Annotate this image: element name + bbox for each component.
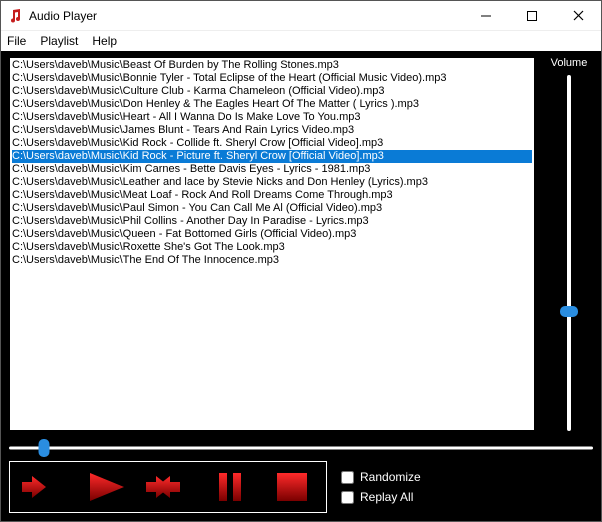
track-item[interactable]: C:\Users\daveb\Music\The End Of The Inno…	[12, 254, 532, 267]
track-item[interactable]: C:\Users\daveb\Music\Meat Loaf - Rock An…	[12, 189, 532, 202]
titlebar: Audio Player	[1, 1, 601, 31]
pause-button[interactable]	[204, 466, 256, 508]
volume-slider[interactable]	[567, 75, 571, 431]
previous-button[interactable]	[18, 466, 70, 508]
playlist[interactable]: C:\Users\daveb\Music\Beast Of Burden by …	[9, 57, 535, 431]
next-button[interactable]	[142, 466, 194, 508]
track-item[interactable]: C:\Users\daveb\Music\Leather and lace by…	[12, 176, 532, 189]
menu-help[interactable]: Help	[92, 34, 117, 48]
track-item[interactable]: C:\Users\daveb\Music\Kim Carnes - Bette …	[12, 163, 532, 176]
window-title: Audio Player	[29, 9, 97, 23]
seek-thumb[interactable]	[39, 439, 50, 457]
volume-panel: Volume	[545, 57, 593, 431]
randomize-label: Randomize	[360, 470, 421, 484]
seek-slider[interactable]	[9, 441, 593, 455]
track-item[interactable]: C:\Users\daveb\Music\Don Henley & The Ea…	[12, 98, 532, 111]
controls-row: Randomize Replay All	[9, 461, 593, 513]
replay-all-checkbox[interactable]	[341, 491, 354, 504]
menu-file[interactable]: File	[7, 34, 26, 48]
volume-label: Volume	[551, 57, 588, 69]
stop-button[interactable]	[266, 466, 318, 508]
track-item[interactable]: C:\Users\daveb\Music\Queen - Fat Bottome…	[12, 228, 532, 241]
main-area: C:\Users\daveb\Music\Beast Of Burden by …	[1, 51, 601, 521]
options-panel: Randomize Replay All	[341, 470, 421, 504]
app-music-icon	[7, 8, 23, 24]
track-item[interactable]: C:\Users\daveb\Music\James Blunt - Tears…	[12, 124, 532, 137]
track-item[interactable]: C:\Users\daveb\Music\Phil Collins - Anot…	[12, 215, 532, 228]
transport-controls	[9, 461, 327, 513]
track-item[interactable]: C:\Users\daveb\Music\Bonnie Tyler - Tota…	[12, 72, 532, 85]
maximize-button[interactable]	[509, 1, 555, 31]
randomize-checkbox[interactable]	[341, 471, 354, 484]
play-button[interactable]	[80, 466, 132, 508]
minimize-button[interactable]	[463, 1, 509, 31]
track-item[interactable]: C:\Users\daveb\Music\Kid Rock - Collide …	[12, 137, 532, 150]
randomize-option[interactable]: Randomize	[341, 470, 421, 484]
track-item[interactable]: C:\Users\daveb\Music\Culture Club - Karm…	[12, 85, 532, 98]
seek-track	[9, 447, 593, 450]
track-item[interactable]: C:\Users\daveb\Music\Kid Rock - Picture …	[12, 150, 532, 163]
volume-thumb[interactable]	[560, 306, 578, 317]
track-item[interactable]: C:\Users\daveb\Music\Heart - All I Wanna…	[12, 111, 532, 124]
menu-playlist[interactable]: Playlist	[40, 34, 78, 48]
replay-all-label: Replay All	[360, 490, 413, 504]
track-item[interactable]: C:\Users\daveb\Music\Roxette She's Got T…	[12, 241, 532, 254]
track-item[interactable]: C:\Users\daveb\Music\Paul Simon - You Ca…	[12, 202, 532, 215]
replay-all-option[interactable]: Replay All	[341, 490, 421, 504]
close-button[interactable]	[555, 1, 601, 31]
menubar: File Playlist Help	[1, 31, 601, 51]
track-item[interactable]: C:\Users\daveb\Music\Beast Of Burden by …	[12, 59, 532, 72]
